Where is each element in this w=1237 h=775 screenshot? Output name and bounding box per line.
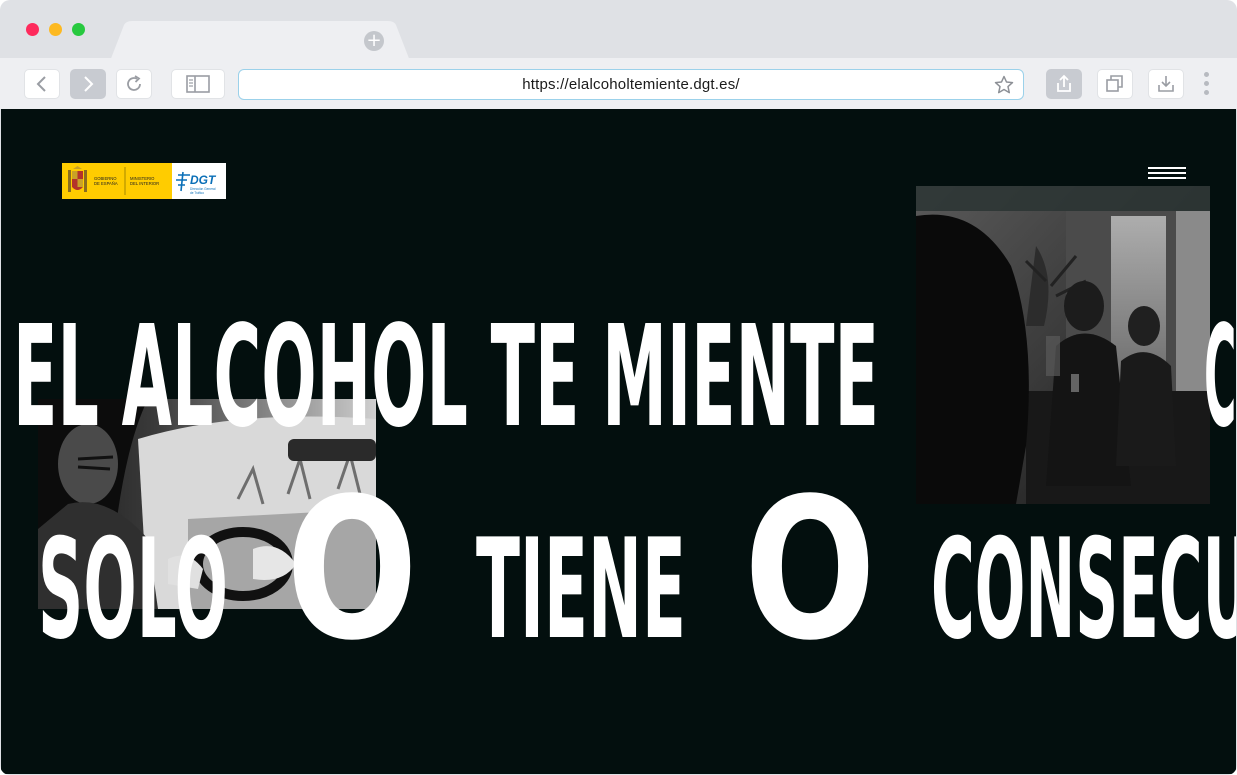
web-page: GOBIERNO DE ESPAÑA MINISTERIO DEL INTERI… (1, 109, 1236, 774)
minimize-window-dot[interactable] (49, 23, 62, 36)
reload-button[interactable] (116, 69, 152, 99)
address-bar[interactable]: https://elalcoholtemiente.dgt.es/ (238, 69, 1024, 100)
back-button[interactable] (24, 69, 60, 99)
sidebar-button[interactable] (171, 69, 225, 99)
headline-line1-overflow: CO (1204, 296, 1236, 459)
forward-button[interactable] (70, 69, 106, 99)
close-window-dot[interactable] (26, 23, 39, 36)
share-button[interactable] (1046, 69, 1082, 99)
maximize-window-dot[interactable] (72, 23, 85, 36)
download-button[interactable] (1148, 69, 1184, 99)
url-text[interactable]: https://elalcoholtemiente.dgt.es/ (239, 76, 1023, 93)
tabs-overview-button[interactable] (1097, 69, 1133, 99)
browser-window: + https://elalcoholtemiente.dgt.es/ GOBI… (0, 0, 1237, 775)
headline-line1: EL ALCOHOL TE MIENTE (13, 296, 879, 459)
headline-word-tiene: TIENE (476, 509, 686, 670)
headline-big-o-1: O (286, 456, 418, 683)
headline: EL ALCOHOL TE MIENTE CO SOLO O TIENE O C… (1, 109, 1236, 774)
bookmark-star-icon[interactable] (994, 75, 1014, 95)
headline-word-consecuencias: CONSECU (931, 509, 1236, 670)
browser-menu-icon[interactable] (1204, 72, 1210, 98)
headline-big-o-2: O (744, 456, 876, 683)
new-tab-icon[interactable]: + (364, 31, 384, 51)
headline-word-solo: SOLO (38, 509, 228, 670)
